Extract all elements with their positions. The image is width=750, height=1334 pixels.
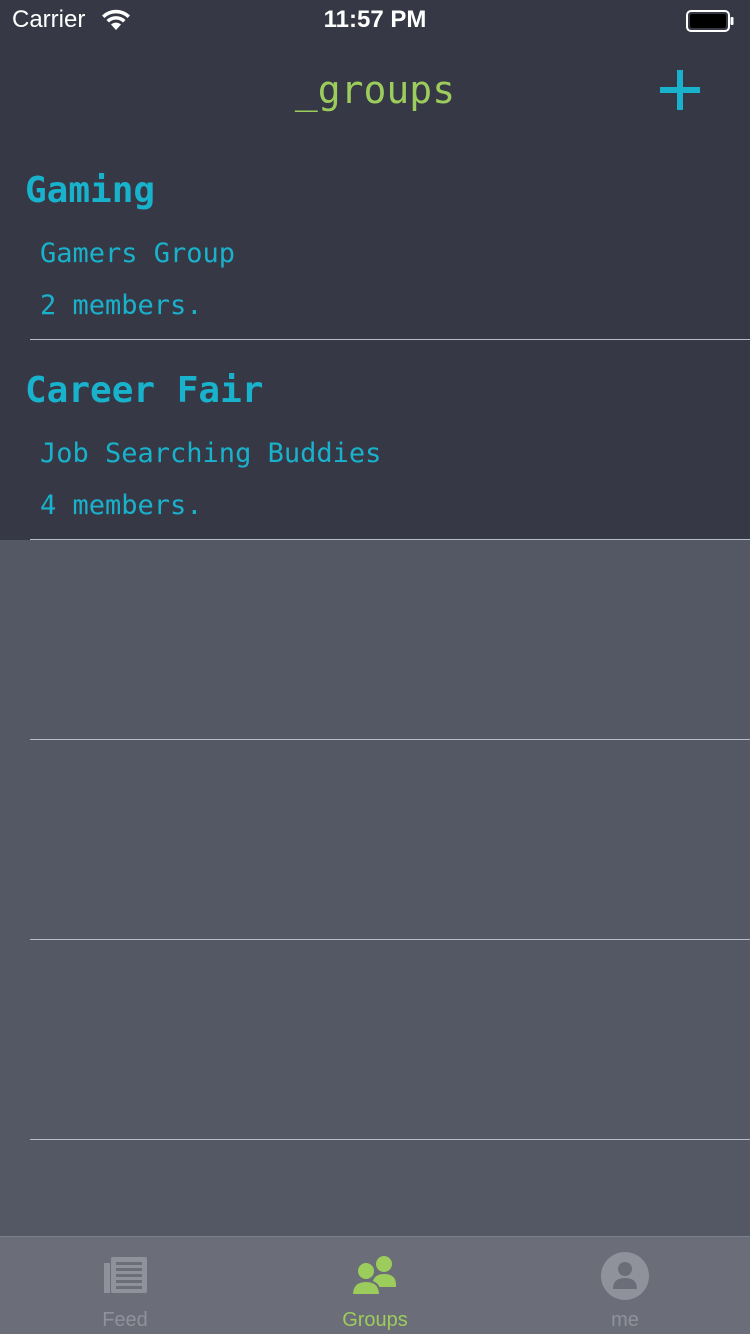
tab-bar: Feed Groups me [0, 1236, 750, 1334]
empty-row [0, 540, 750, 740]
status-bar: Carrier 11:57 PM [0, 0, 750, 40]
member-count: 2 members. [40, 290, 203, 321]
row-divider [30, 1139, 750, 1140]
tab-groups[interactable]: Groups [250, 1237, 500, 1334]
tab-label: Groups [342, 1309, 408, 1331]
people-icon [350, 1256, 396, 1296]
list-item[interactable]: Career Fair Job Searching Buddies 4 memb… [0, 340, 750, 540]
plus-icon [660, 70, 700, 110]
clock: 11:57 PM [323, 6, 427, 33]
navigation-bar: _groups [0, 40, 750, 140]
tab-me[interactable]: me [500, 1237, 750, 1334]
user-circle-icon [601, 1252, 649, 1300]
tab-feed[interactable]: Feed [0, 1237, 250, 1334]
tab-label: me [611, 1309, 639, 1331]
event-name: Career Fair [25, 370, 264, 411]
groups-list: Gaming Gamers Group 2 members. Career Fa… [0, 140, 750, 1140]
groups-screen: Carrier 11:57 PM _groups Gaming Gamers G… [0, 0, 750, 1334]
tab-label: Feed [102, 1309, 148, 1331]
event-name: Gaming [25, 170, 156, 211]
member-count: 4 members. [40, 490, 203, 521]
page-title: _groups [294, 68, 456, 112]
add-group-button[interactable] [656, 66, 704, 114]
empty-row [0, 940, 750, 1140]
group-name: Gamers Group [40, 238, 236, 269]
battery-icon [686, 10, 734, 32]
group-name: Job Searching Buddies [40, 438, 382, 469]
empty-row [0, 740, 750, 940]
list-item[interactable]: Gaming Gamers Group 2 members. [0, 140, 750, 340]
newspaper-icon [104, 1257, 147, 1293]
